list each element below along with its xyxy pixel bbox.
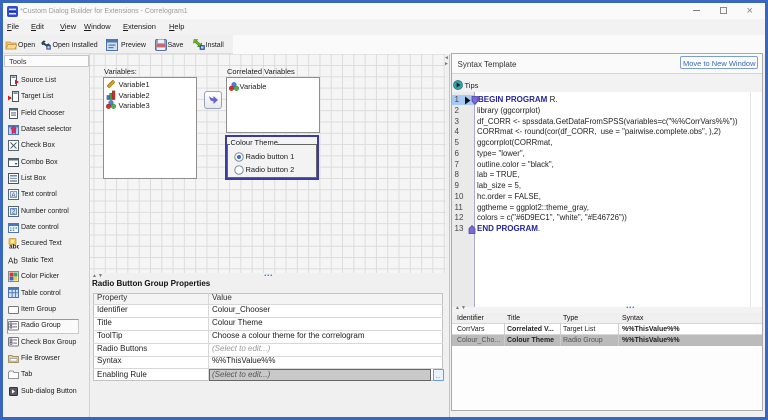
svg-text:Ab: Ab [8,256,18,265]
svg-text:A: A [11,193,15,199]
svg-text:abc: abc [9,244,19,250]
